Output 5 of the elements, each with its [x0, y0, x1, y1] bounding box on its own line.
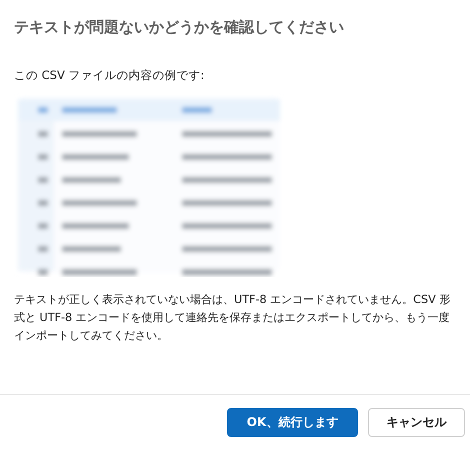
message-text: テキストが正しく表示されていない場合は、UTF-8 エンコードされていません。CSV 形式と UTF-8 エンコードを使用して連絡先を保存またはエクスポートしてから、もう一度インポートしてみてください。: [14, 292, 452, 344]
cancel-button[interactable]: キャンセル: [368, 408, 465, 437]
dialog-title: テキストが問題ないかどうかを確認してください: [14, 17, 345, 37]
continue-button[interactable]: OK、続行します: [227, 408, 358, 437]
intro-text: この CSV ファイルの内容の例です:: [14, 67, 206, 83]
